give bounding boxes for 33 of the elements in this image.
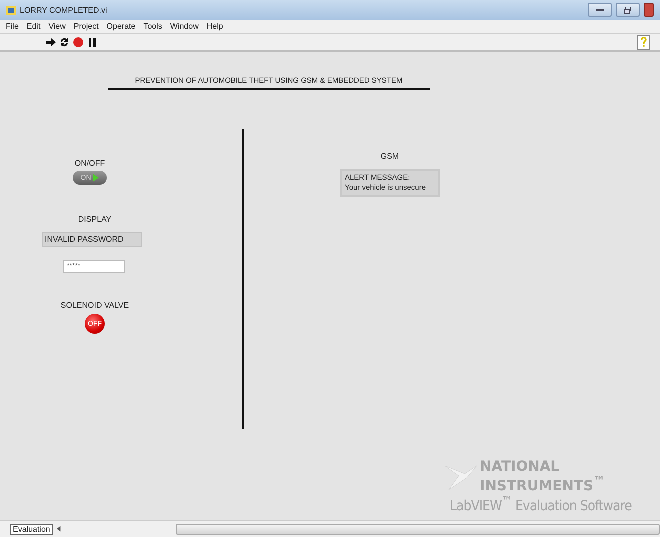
menu-item[interactable]: File — [6, 22, 19, 31]
control-label: SOLENOID VALVE — [60, 301, 130, 310]
menu-item[interactable]: Operate — [106, 22, 136, 31]
help-button[interactable] — [637, 34, 650, 50]
restore-icon — [624, 6, 632, 14]
restore-button[interactable] — [616, 3, 640, 17]
run-arrow-icon[interactable] — [45, 36, 56, 48]
menu-item[interactable]: Project — [74, 22, 99, 31]
context-label: Evaluation — [10, 524, 54, 534]
control-label: ON/OFF — [74, 159, 106, 168]
logo-icon — [445, 464, 479, 492]
control-label: DISPLAY — [77, 215, 113, 224]
menu-item[interactable]: Help — [206, 22, 224, 31]
pause-icon[interactable] — [87, 36, 98, 48]
run-continuously-icon[interactable] — [59, 36, 70, 48]
window-title: LORRY COMPLETED.vi — [20, 6, 108, 14]
minimize-icon — [596, 8, 604, 12]
menu-item[interactable]: Edit — [26, 22, 41, 31]
control-label: GSM — [380, 152, 400, 161]
menu-item[interactable]: Tools — [144, 22, 162, 31]
app-icon — [6, 6, 16, 14]
watermark-text: NATIONAL — [480, 460, 561, 474]
scroll-left-icon[interactable] — [57, 526, 62, 532]
watermark-text: INSTRUMENTS$^{™}$ — [480, 474, 606, 494]
question-mark-icon — [640, 37, 646, 47]
watermark-text: LabVIEW$^{™}$ Evaluation Software — [450, 494, 632, 514]
scroll-bar[interactable] — [176, 524, 660, 534]
menu-item[interactable]: Window — [170, 22, 199, 31]
abort-icon[interactable] — [73, 36, 84, 48]
close-button[interactable] — [644, 3, 654, 17]
minimize-button[interactable] — [588, 3, 612, 17]
string-indicator: INVALID PASSWORD — [42, 232, 142, 247]
menu-item[interactable]: View — [48, 22, 66, 31]
